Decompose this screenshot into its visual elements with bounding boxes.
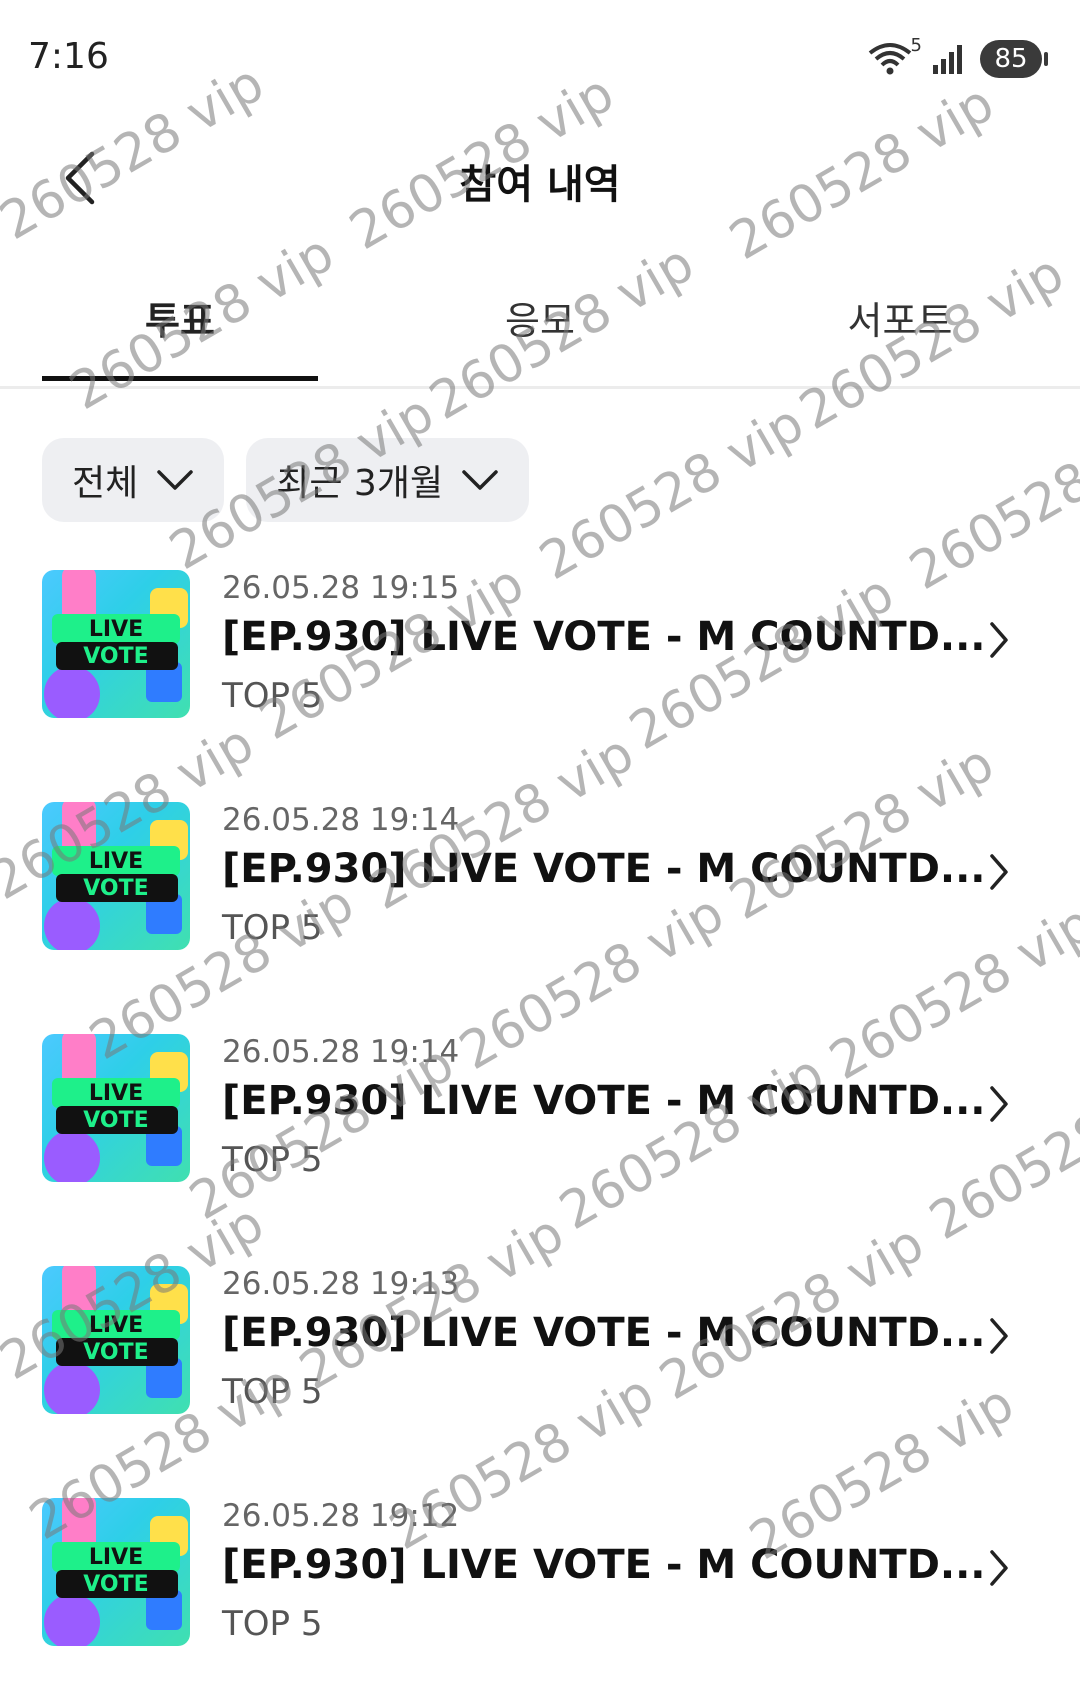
- status-icons: 5 85: [868, 35, 1048, 78]
- chevron-down-icon: [462, 470, 498, 490]
- page-title: 참여 내역: [459, 162, 621, 208]
- item-date: 26.05.28 19:14: [222, 1034, 460, 1070]
- list-item[interactable]: LIVE VOTE 26.05.28 19:14 [EP.930] LIVE V…: [0, 1024, 1080, 1182]
- filter-category-dropdown[interactable]: 전체: [42, 438, 225, 522]
- thumb-line-1: LIVE: [89, 849, 143, 874]
- item-rank: TOP 5: [222, 1372, 323, 1412]
- header: 참여 내역: [0, 130, 1080, 230]
- chevron-down-icon: [157, 470, 193, 490]
- thumb-line-2: VOTE: [83, 1340, 148, 1365]
- filter-period-label: 최근 3개월: [276, 463, 444, 504]
- live-vote-thumbnail: LIVE VOTE: [42, 1034, 190, 1182]
- thumb-line-1: LIVE: [89, 1081, 143, 1106]
- item-title: [EP.930] LIVE VOTE - M COUNTD...: [222, 846, 986, 892]
- list-item[interactable]: LIVE VOTE 26.05.28 19:12 [EP.930] LIVE V…: [0, 1488, 1080, 1646]
- item-date: 26.05.28 19:15: [222, 570, 460, 606]
- tab-bar: 투표 응모 서포트: [0, 270, 1080, 389]
- tab-vote[interactable]: 투표: [42, 290, 318, 345]
- status-bar: 7:16 5 85: [0, 0, 1080, 120]
- tab-entry[interactable]: 응모: [402, 290, 678, 345]
- filter-category-label: 전체: [72, 463, 139, 504]
- live-vote-thumbnail: LIVE VOTE: [42, 1266, 190, 1414]
- item-title: [EP.930] LIVE VOTE - M COUNTD...: [222, 1542, 986, 1588]
- item-title: [EP.930] LIVE VOTE - M COUNTD...: [222, 1078, 986, 1124]
- status-time: 7:16: [28, 36, 109, 77]
- thumb-line-1: LIVE: [89, 1313, 143, 1338]
- thumb-line-2: VOTE: [83, 1108, 148, 1133]
- wifi-icon: 5: [868, 35, 922, 77]
- live-vote-thumbnail: LIVE VOTE: [42, 802, 190, 950]
- thumb-line-1: LIVE: [89, 1545, 143, 1570]
- chevron-right-icon: [990, 622, 1008, 658]
- thumb-line-2: VOTE: [83, 1572, 148, 1597]
- filter-bar: 전체 최근 3개월: [42, 438, 530, 522]
- item-rank: TOP 5: [222, 1604, 323, 1644]
- item-rank: TOP 5: [222, 908, 323, 948]
- live-vote-thumbnail: LIVE VOTE: [42, 570, 190, 718]
- list-item[interactable]: LIVE VOTE 26.05.28 19:13 [EP.930] LIVE V…: [0, 1256, 1080, 1414]
- filter-period-dropdown[interactable]: 최근 3개월: [246, 438, 530, 522]
- item-date: 26.05.28 19:14: [222, 802, 460, 838]
- thumb-line-2: VOTE: [83, 876, 148, 901]
- thumb-line-1: LIVE: [89, 617, 143, 642]
- battery-icon: 85: [980, 40, 1048, 78]
- network-badge: 5: [910, 35, 922, 56]
- chevron-right-icon: [990, 1550, 1008, 1586]
- item-rank: TOP 5: [222, 1140, 323, 1180]
- list-item[interactable]: LIVE VOTE 26.05.28 19:14 [EP.930] LIVE V…: [0, 792, 1080, 950]
- signal-icon: [932, 43, 966, 75]
- item-date: 26.05.28 19:12: [222, 1498, 460, 1534]
- item-title: [EP.930] LIVE VOTE - M COUNTD...: [222, 1310, 986, 1356]
- list-item[interactable]: LIVE VOTE 26.05.28 19:15 [EP.930] LIVE V…: [0, 560, 1080, 718]
- active-tab-indicator: [42, 376, 318, 381]
- chevron-right-icon: [990, 1086, 1008, 1122]
- live-vote-thumbnail: LIVE VOTE: [42, 1498, 190, 1646]
- thumb-line-2: VOTE: [83, 644, 148, 669]
- item-title: [EP.930] LIVE VOTE - M COUNTD...: [222, 614, 986, 660]
- chevron-right-icon: [990, 854, 1008, 890]
- chevron-right-icon: [990, 1318, 1008, 1354]
- tab-support[interactable]: 서포트: [762, 290, 1038, 345]
- item-rank: TOP 5: [222, 676, 323, 716]
- item-date: 26.05.28 19:13: [222, 1266, 460, 1302]
